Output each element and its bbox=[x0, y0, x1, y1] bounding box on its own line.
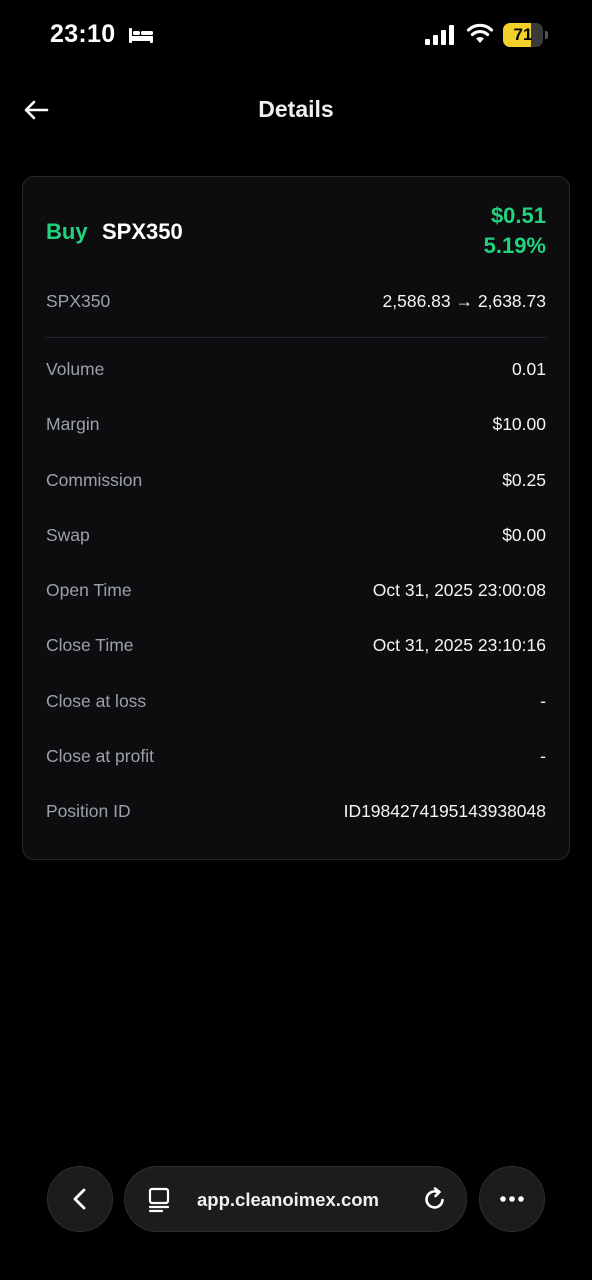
detail-value: 0.01 bbox=[511, 359, 546, 379]
signal-icon bbox=[425, 25, 454, 45]
details-list: Volume 0.01 Margin $10.00 Commission $0.… bbox=[46, 359, 546, 857]
page-icon bbox=[148, 1187, 170, 1213]
detail-value: $10.00 bbox=[492, 414, 546, 435]
page-header: Details bbox=[0, 80, 592, 140]
pnl-percent: 5.19% bbox=[483, 233, 546, 258]
browser-toolbar: app.cleanoimex.com bbox=[0, 1166, 592, 1234]
detail-label: Commission bbox=[46, 469, 143, 490]
status-bar: 23:10 71 bbox=[0, 0, 592, 72]
address-bar[interactable]: app.cleanoimex.com bbox=[124, 1166, 467, 1232]
status-time: 23:10 bbox=[50, 20, 116, 48]
detail-label: Open Time bbox=[46, 580, 132, 601]
bed-icon bbox=[129, 28, 153, 43]
browser-back-button[interactable] bbox=[47, 1166, 113, 1232]
price-change: 2,586.83 → 2,638.73 bbox=[382, 291, 546, 311]
detail-value: - bbox=[540, 690, 546, 711]
detail-value: Oct 31, 2025 23:10:16 bbox=[372, 635, 546, 656]
detail-row-close-at-loss: Close at loss - bbox=[46, 691, 546, 746]
detail-label: Position ID bbox=[46, 801, 131, 822]
wifi-icon bbox=[466, 23, 494, 43]
detail-row-position-id: Position ID ID1984274195143938048 bbox=[46, 801, 546, 856]
battery-icon: 71 bbox=[503, 23, 549, 47]
detail-label: Swap bbox=[46, 524, 90, 545]
detail-row-swap: Swap $0.00 bbox=[46, 525, 546, 580]
trade-summary: Buy SPX350 $0.51 5.19% bbox=[46, 203, 546, 263]
detail-label: Close Time bbox=[46, 635, 134, 656]
detail-label: Volume bbox=[46, 359, 105, 379]
detail-label: Close at loss bbox=[46, 690, 147, 711]
url-text: app.cleanoimex.com bbox=[197, 1189, 379, 1210]
chevron-left-icon bbox=[73, 1188, 86, 1210]
pnl-amount: $0.51 bbox=[490, 203, 546, 228]
detail-value: $0.25 bbox=[502, 469, 546, 490]
detail-value: ID1984274195143938048 bbox=[343, 801, 546, 822]
detail-row-commission: Commission $0.25 bbox=[46, 470, 546, 525]
trade-details-card: Buy SPX350 $0.51 5.19% SPX350 2,586.83 →… bbox=[22, 176, 570, 860]
trade-pnl: $0.51 5.19% bbox=[484, 201, 546, 261]
detail-value: Oct 31, 2025 23:00:08 bbox=[372, 580, 546, 601]
detail-value: $0.00 bbox=[502, 524, 546, 545]
detail-row-volume: Volume 0.01 bbox=[46, 359, 546, 414]
price-label: SPX350 bbox=[46, 291, 111, 311]
trade-side: Buy bbox=[46, 219, 88, 244]
detail-label: Margin bbox=[46, 414, 100, 435]
reload-icon[interactable] bbox=[422, 1186, 448, 1212]
detail-row-margin: Margin $10.00 bbox=[46, 414, 546, 469]
detail-row-open-time: Open Time Oct 31, 2025 23:00:08 bbox=[46, 580, 546, 635]
detail-value: - bbox=[540, 746, 546, 767]
more-icon bbox=[500, 1196, 524, 1202]
detail-label: Close at profit bbox=[46, 746, 154, 767]
battery-level: 71 bbox=[513, 25, 533, 44]
trade-symbol: SPX350 bbox=[102, 219, 183, 244]
divider bbox=[46, 337, 546, 338]
page-title: Details bbox=[258, 96, 334, 122]
price-row: SPX350 2,586.83 → 2,638.73 bbox=[46, 291, 546, 317]
detail-row-close-time: Close Time Oct 31, 2025 23:10:16 bbox=[46, 635, 546, 690]
browser-more-button[interactable] bbox=[479, 1166, 545, 1232]
detail-row-close-at-profit: Close at profit - bbox=[46, 746, 546, 801]
